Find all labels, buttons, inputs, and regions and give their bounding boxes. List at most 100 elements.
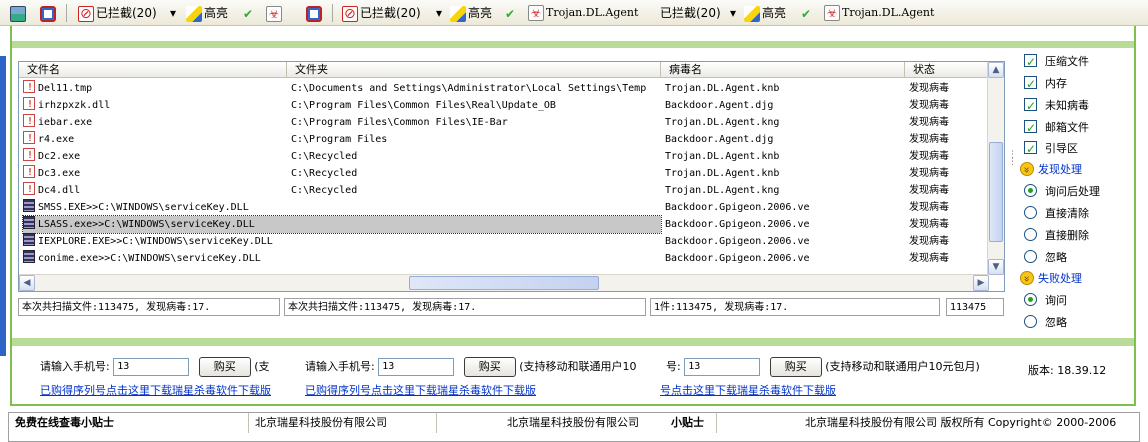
- radio[interactable]: [1024, 206, 1037, 219]
- cell-virus: Backdoor.Agent.djg: [665, 134, 774, 145]
- horizontal-scroll-thumb[interactable]: [409, 276, 599, 290]
- highlighter-icon: [744, 5, 760, 22]
- checkbox[interactable]: [1024, 139, 1037, 159]
- blocked-dropdown-2[interactable]: ▾: [436, 4, 442, 22]
- table-row[interactable]: Dc2.exe C:\Recycled Trojan.DL.Agent.knb 发现病…: [19, 148, 989, 165]
- phone-input[interactable]: 13: [378, 358, 455, 376]
- option-direct-delete[interactable]: 直接删除: [1024, 226, 1089, 246]
- blocked-button-3[interactable]: 已拦截(20): [660, 4, 721, 22]
- table-row[interactable]: LSASS.exe>>C:\WINDOWS\serviceKey.DLL Back…: [19, 215, 989, 234]
- horizontal-scrollbar[interactable]: ◀ ▶: [19, 274, 989, 291]
- checkbox[interactable]: [1024, 96, 1037, 116]
- option-compressed-files[interactable]: 压缩文件: [1024, 52, 1089, 72]
- option-fail-ignore[interactable]: 忽略: [1024, 313, 1067, 333]
- highlight-button-3[interactable]: 高亮: [744, 4, 786, 22]
- support-note: (支持移动和联通用户10: [519, 360, 637, 373]
- process-icon: [23, 216, 35, 229]
- cell-virus: Backdoor.Gpigeon.2006.ve: [665, 219, 810, 230]
- table-row[interactable]: IEXPLORE.EXE>>C:\WINDOWS\serviceKey.DLL B…: [19, 233, 989, 250]
- cell-status: 发现病毒: [909, 168, 949, 179]
- option-ask[interactable]: 询问: [1024, 291, 1067, 311]
- radio[interactable]: [1024, 184, 1037, 197]
- highlight-button[interactable]: 高亮: [186, 4, 228, 22]
- option-label: 邮箱文件: [1045, 121, 1089, 134]
- vertical-scrollbar[interactable]: ▲ ▼: [987, 62, 1004, 275]
- purchase-row-1: 请输入手机号: 13 购买 (支: [40, 357, 270, 377]
- radio[interactable]: [1024, 250, 1037, 263]
- filename-text: irhzpxzk.dll: [38, 100, 111, 111]
- buy-button[interactable]: 购买: [769, 357, 822, 377]
- option-label: 内存: [1045, 77, 1067, 90]
- checkbox[interactable]: [1024, 52, 1037, 72]
- company-tip: 北京瑞星科技股份有限公司: [249, 413, 437, 433]
- table-row[interactable]: Del11.tmp C:\Documents and Settings\Admin…: [19, 80, 989, 97]
- splitter-grip[interactable]: ⋮ ⋮: [1008, 151, 1017, 172]
- radio[interactable]: [1024, 315, 1037, 328]
- radio[interactable]: [1024, 293, 1037, 306]
- cell-folder: C:\Program Files\Common Files\Real\Updat…: [291, 100, 556, 111]
- phone-input[interactable]: 13: [113, 358, 190, 376]
- results-table: 文件名 文件夹 病毒名 状态 Del11.tmp C:\Documents and…: [18, 61, 1005, 292]
- block-icon: [78, 5, 94, 23]
- option-label: 引导区: [1045, 142, 1078, 155]
- download-link-2[interactable]: 已购得序列号点击这里下载瑞星杀毒软件下载版: [305, 382, 565, 398]
- option-ignore[interactable]: 忽略: [1024, 248, 1067, 268]
- table-row[interactable]: Dc3.exe C:\Recycled Trojan.DL.Agent.knb 发现病…: [19, 165, 989, 182]
- virus-button[interactable]: ☣ Trojan.DL.Agent: [528, 4, 638, 22]
- bug-icon: ☣: [266, 5, 282, 22]
- download-link-3[interactable]: 号点击这里下载瑞星杀毒软件下载版: [660, 382, 860, 398]
- scan-summary-2: 本次共扫描文件:113475, 发现病毒:17.: [284, 298, 646, 316]
- option-boot-sector[interactable]: 引导区: [1024, 139, 1078, 159]
- cell-status: 发现病毒: [909, 83, 949, 94]
- table-row[interactable]: irhzpxzk.dll C:\Program Files\Common File…: [19, 97, 989, 114]
- expand-icon: [1020, 162, 1034, 176]
- checkbox[interactable]: [1024, 74, 1037, 94]
- check-button-3[interactable]: ✔: [798, 4, 816, 22]
- filename-text: Dc4.dll: [38, 185, 81, 196]
- cell-status: 发现病毒: [909, 202, 949, 213]
- header-virus[interactable]: 病毒名: [661, 62, 905, 78]
- phone-input[interactable]: 13: [684, 358, 761, 376]
- buy-button[interactable]: 购买: [463, 357, 516, 377]
- vertical-scroll-thumb[interactable]: [989, 142, 1003, 242]
- image-button[interactable]: [10, 4, 28, 22]
- table-row[interactable]: iebar.exe C:\Program Files\Common Files\I…: [19, 114, 989, 131]
- scroll-right-button[interactable]: ▶: [973, 275, 989, 291]
- check-button[interactable]: ✔: [240, 4, 258, 22]
- table-row[interactable]: conime.exe>>C:\WINDOWS\serviceKey.DLL Bac…: [19, 250, 989, 267]
- option-unknown-virus[interactable]: 未知病毒: [1024, 96, 1089, 116]
- header-status[interactable]: 状态: [905, 62, 989, 78]
- option-mailbox-files[interactable]: 邮箱文件: [1024, 118, 1089, 138]
- virus-button-2[interactable]: ☣ Trojan.DL.Agent: [824, 4, 934, 22]
- download-link[interactable]: 已购得序列号点击这里下载瑞星杀毒软件下载版: [40, 382, 290, 398]
- blocked-button-2[interactable]: 已拦截(20): [342, 4, 421, 23]
- table-row[interactable]: Dc4.dll C:\Recycled Trojan.DL.Agent.kng 发现病…: [19, 182, 989, 199]
- header-folder[interactable]: 文件夹: [287, 62, 661, 78]
- highlight-button-2[interactable]: 高亮: [450, 4, 492, 22]
- scroll-up-button[interactable]: ▲: [988, 62, 1004, 78]
- highlight-label: 高亮: [204, 6, 229, 20]
- footer-bar: 免费在线查毒小贴士 北京瑞星科技股份有限公司 北京瑞星科技股份有限公司 小贴士 …: [8, 412, 1140, 442]
- scroll-down-button[interactable]: ▼: [988, 259, 1004, 275]
- save-button[interactable]: [40, 4, 58, 22]
- radio[interactable]: [1024, 228, 1037, 241]
- buy-button[interactable]: 购买: [198, 357, 251, 377]
- table-row[interactable]: SMSS.EXE>>C:\WINDOWS\serviceKey.DLL Backd…: [19, 199, 989, 216]
- blocked-button[interactable]: 已拦截(20): [78, 4, 157, 23]
- option-ask-then-handle[interactable]: 询问后处理: [1024, 182, 1100, 202]
- table-row[interactable]: r4.exe C:\Program Files Backdoor.Agent.djg…: [19, 131, 989, 148]
- header-filename[interactable]: 文件名: [19, 62, 287, 78]
- checkbox[interactable]: [1024, 118, 1037, 138]
- group-fail-handling[interactable]: 失败处理: [1020, 269, 1082, 289]
- group-found-handling[interactable]: 发现处理: [1020, 160, 1082, 180]
- option-direct-clean[interactable]: 直接清除: [1024, 204, 1089, 224]
- check-button-2[interactable]: ✔: [502, 4, 520, 22]
- version-info: 版本: 18.39.12: [1028, 362, 1106, 378]
- scroll-left-button[interactable]: ◀: [19, 275, 35, 291]
- option-memory[interactable]: 内存: [1024, 74, 1067, 94]
- save-button-2[interactable]: [306, 4, 324, 22]
- check-icon: ✔: [800, 6, 812, 21]
- blocked-dropdown-3[interactable]: ▾: [730, 4, 736, 22]
- bug-button[interactable]: ☣: [266, 4, 284, 22]
- blocked-dropdown[interactable]: ▾: [170, 4, 176, 22]
